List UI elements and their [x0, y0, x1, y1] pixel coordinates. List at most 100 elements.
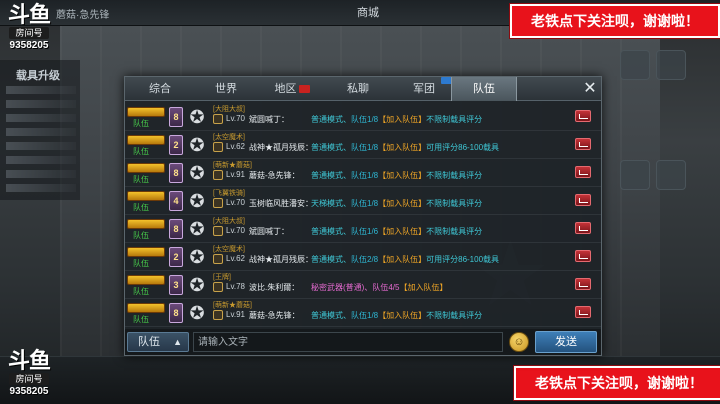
requirement-text: 可用评分86-100载具 [426, 143, 500, 152]
guild-tag: [太空魔术] [213, 246, 245, 253]
tab-team[interactable]: 队伍 [451, 77, 517, 101]
bottom-menu-button[interactable] [114, 371, 144, 401]
level-icon [213, 198, 223, 208]
channel-select-label: 队伍 [138, 336, 160, 348]
chat-message-row: 队伍 8 ✪ [大阻大叔] Lv.70 斌圆喊丁： 普通模式、队伍1/6【加入队伍】不限制载… [125, 215, 601, 243]
close-button[interactable]: ✕ [579, 77, 601, 101]
message-content: 普通模式、队伍1/8【加入队伍】不限制载具评分 [311, 114, 482, 125]
chat-input-row: 队伍 ▲ ☺ 发送 [125, 329, 601, 355]
sender-name[interactable]: 蘑菇-急先锋： [249, 170, 300, 181]
mail-icon[interactable] [575, 110, 591, 122]
side-menu-button[interactable] [656, 50, 686, 80]
bottom-menu-button[interactable] [216, 371, 246, 401]
game-mode: 普通模式、 [311, 311, 351, 320]
team-count: 队伍1/6 [351, 227, 379, 236]
mail-icon[interactable] [575, 250, 591, 262]
join-team-link[interactable]: 【加入队伍】 [399, 283, 447, 292]
room-label: 房间号 [9, 27, 49, 39]
chat-input[interactable] [193, 332, 503, 352]
game-mode: 普通模式、 [311, 255, 351, 264]
mail-icon[interactable] [575, 166, 591, 178]
chat-message-row: 队伍 8 ✪ [萌新★蘑菇] Lv.91 蘑菇-急先锋： 普通模式、队伍1/8【加入队伍】不… [125, 299, 601, 327]
mail-icon[interactable] [575, 194, 591, 206]
sender-name[interactable]: 蘑菇-急先锋： [249, 310, 300, 321]
guild-tag: [萌新★蘑菇] [213, 302, 252, 309]
stat-bar [6, 128, 76, 136]
bottom-menu-button[interactable] [284, 371, 314, 401]
sender-name[interactable]: 战神★孤月残辰： [249, 254, 313, 265]
vip-badge: 2 [169, 247, 183, 267]
join-team-link[interactable]: 【加入队伍】 [378, 143, 426, 152]
channel-select[interactable]: 队伍 ▲ [127, 332, 189, 352]
vip-badge: 2 [169, 135, 183, 155]
bottom-menu-button[interactable] [148, 371, 178, 401]
join-team-link[interactable]: 【加入队伍】 [378, 199, 426, 208]
douyu-logo: 斗鱼 房间号 9358205 [2, 4, 56, 56]
team-count: 队伍1/8 [351, 171, 379, 180]
chat-message-row: 队伍 8 ✪ [大阻大叔] Lv.70 斌圆喊丁： 普通模式、队伍1/8【加入队伍】不限制载… [125, 103, 601, 131]
guild-tag: [大阻大叔] [213, 106, 245, 113]
channel-tag: 队伍 [133, 147, 149, 156]
bottom-menu-button[interactable] [318, 371, 348, 401]
join-team-link[interactable]: 【加入队伍】 [378, 115, 426, 124]
chat-message-row: 队伍 3 ✪ [王牌] Lv.78 波比.朱利爾： 秘密武器(普通)、队伍4/5【加入队伍】 [125, 271, 601, 299]
requirement-text: 不限制载具评分 [426, 171, 483, 180]
sender-name[interactable]: 斌圆喊丁： [249, 114, 289, 125]
tab-world[interactable]: 世界 [193, 77, 259, 101]
message-list[interactable]: 队伍 8 ✪ [大阻大叔] Lv.70 斌圆喊丁： 普通模式、队伍1/8【加入队伍】不限制载… [125, 103, 601, 327]
player-name: 蘑菇·急先锋 [56, 10, 110, 21]
send-button[interactable]: 发送 [535, 331, 597, 353]
rank-emblem-icon: ✪ [189, 191, 205, 211]
title-badge-icon [127, 275, 165, 285]
tab-general[interactable]: 综合 [127, 77, 193, 101]
game-mode: 普通模式、 [311, 227, 351, 236]
douyu-logo-mark: 斗鱼 [7, 2, 51, 27]
stat-bar [6, 86, 76, 94]
bottom-menu-button[interactable] [182, 371, 212, 401]
bottom-menu-button[interactable] [352, 371, 382, 401]
sender-name[interactable]: 玉树临风胜潘安： [249, 198, 313, 209]
mail-icon[interactable] [575, 222, 591, 234]
message-content: 秘密武器(普通)、队伍4/5【加入队伍】 [311, 282, 447, 293]
guild-tag: [飞翼铁骑] [213, 190, 245, 197]
guild-tag: [王牌] [213, 274, 231, 281]
tab-legion[interactable]: 军团 [391, 77, 457, 101]
store-button[interactable]: 商城 [338, 4, 398, 22]
tab-label: 队伍 [473, 83, 495, 95]
emoji-button[interactable]: ☺ [509, 332, 529, 352]
sender-name[interactable]: 波比.朱利爾： [249, 282, 299, 293]
vip-badge: 8 [169, 303, 183, 323]
bottom-menu-button[interactable] [250, 371, 280, 401]
rank-emblem-icon: ✪ [189, 135, 205, 155]
game-mode: 秘密武器(普通)、 [311, 283, 373, 292]
requirement-text: 不限制载具评分 [426, 199, 483, 208]
player-level: Lv.70 [226, 198, 245, 207]
join-team-link[interactable]: 【加入队伍】 [378, 227, 426, 236]
requirement-text: 可用评分86-100载具 [426, 255, 500, 264]
stat-bar [6, 170, 76, 178]
sender-name[interactable]: 斌圆喊丁： [249, 226, 289, 237]
vip-badge: 8 [169, 163, 183, 183]
mail-icon[interactable] [575, 306, 591, 318]
vip-badge: 8 [169, 107, 183, 127]
side-menu-button[interactable] [620, 50, 650, 80]
side-menu-button[interactable] [620, 160, 650, 190]
chat-message-row: 队伍 4 ✪ [飞翼铁骑] Lv.70 玉树临风胜潘安： 天梯模式、队伍1/8【加入队伍】不… [125, 187, 601, 215]
mail-icon[interactable] [575, 138, 591, 150]
channel-tag: 队伍 [133, 203, 149, 212]
side-menu-button[interactable] [656, 160, 686, 190]
sender-name[interactable]: 战神★孤月残辰： [249, 142, 313, 153]
stat-bar [6, 184, 76, 192]
follow-banner: 老铁点下关注呗，谢谢啦！ [510, 4, 720, 38]
bottom-menu-button[interactable] [80, 371, 110, 401]
mail-icon[interactable] [575, 278, 591, 290]
tab-region[interactable]: 地区 [259, 77, 325, 101]
message-content: 普通模式、队伍1/6【加入队伍】不限制载具评分 [311, 226, 482, 237]
join-team-link[interactable]: 【加入队伍】 [378, 255, 426, 264]
guild-tag: [太空魔术] [213, 134, 245, 141]
douyu-logo-mark: 斗鱼 [7, 348, 51, 373]
title-badge-icon [127, 191, 165, 201]
tab-private[interactable]: 私聊 [325, 77, 391, 101]
join-team-link[interactable]: 【加入队伍】 [378, 171, 426, 180]
join-team-link[interactable]: 【加入队伍】 [378, 311, 426, 320]
